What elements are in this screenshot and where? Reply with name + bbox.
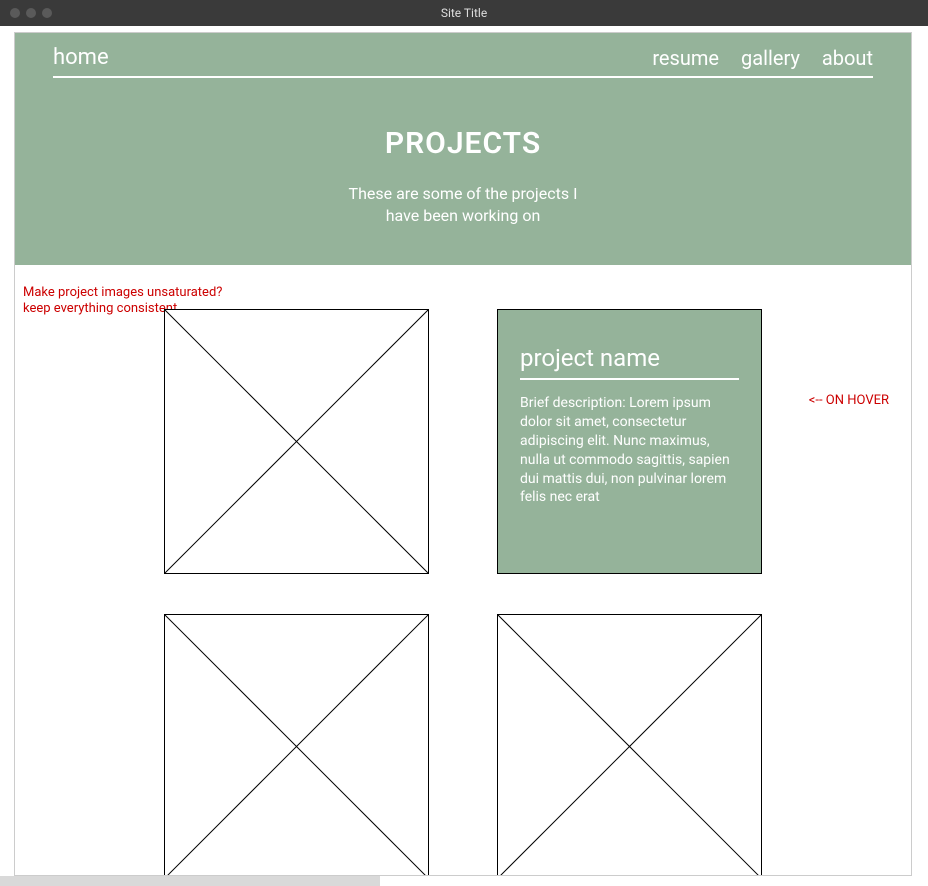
project-card[interactable] [164, 614, 429, 876]
nav-gallery[interactable]: gallery [741, 46, 800, 70]
title-bar: Site Title [0, 0, 928, 26]
window-title: Site Title [441, 6, 487, 20]
project-hover-overlay: project name Brief description: Lorem ip… [497, 309, 762, 574]
image-placeholder-icon [164, 309, 429, 574]
horizontal-scrollbar[interactable] [0, 876, 380, 886]
window-minimize-icon[interactable] [26, 8, 36, 18]
project-card[interactable] [164, 309, 429, 574]
project-grid: project name Brief description: Lorem ip… [164, 309, 762, 876]
nav-bar: home resume gallery about [53, 33, 873, 78]
window-maximize-icon[interactable] [42, 8, 52, 18]
project-card[interactable] [497, 614, 762, 876]
image-placeholder-icon [497, 614, 762, 876]
nav-home[interactable]: home [53, 45, 109, 70]
nav-resume[interactable]: resume [652, 46, 719, 70]
page-frame: home resume gallery about PROJECTS These… [14, 32, 912, 876]
page-subtitle: These are some of the projects I have be… [348, 183, 578, 226]
content-section: Make project images unsaturated? keep ev… [15, 265, 911, 876]
hero-section: home resume gallery about PROJECTS These… [15, 33, 911, 265]
project-description: Brief description: Lorem ipsum dolor sit… [520, 394, 739, 507]
browser-window: Site Title home resume gallery about PRO… [0, 0, 928, 886]
project-name: project name [520, 344, 739, 380]
nav-about[interactable]: about [822, 46, 873, 70]
window-close-icon[interactable] [10, 8, 20, 18]
annotation-right: <-- ON HOVER [809, 393, 889, 409]
window-controls [0, 8, 52, 18]
project-card-hover[interactable]: project name Brief description: Lorem ip… [497, 309, 762, 574]
image-placeholder-icon [164, 614, 429, 876]
page-title: PROJECTS [15, 126, 911, 161]
canvas-area: home resume gallery about PROJECTS These… [0, 26, 928, 886]
